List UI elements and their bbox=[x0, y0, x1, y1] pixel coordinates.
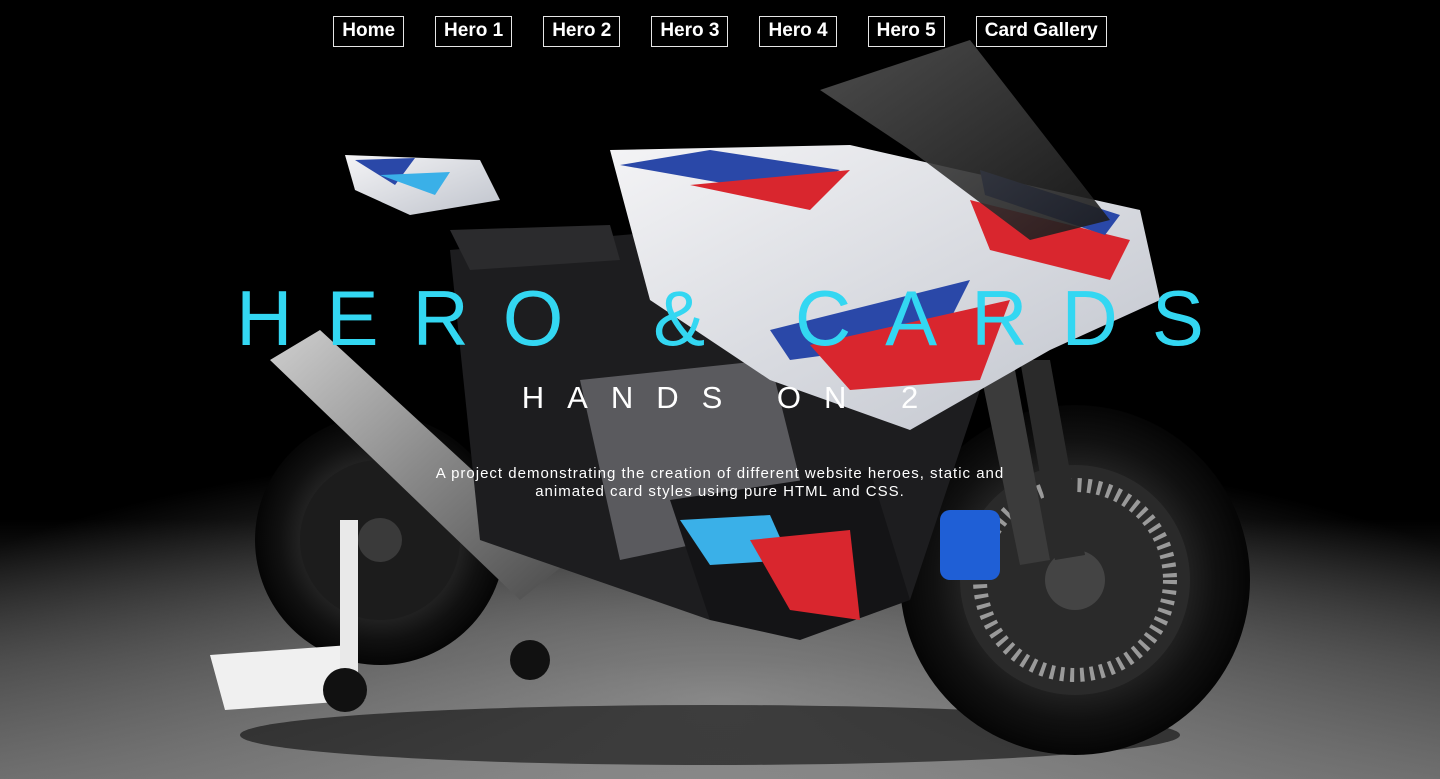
hero-description: A project demonstrating the creation of … bbox=[435, 465, 1005, 500]
nav-hero-3-link[interactable]: Hero 3 bbox=[651, 16, 729, 47]
top-navigation: Home Hero 1 Hero 2 Hero 3 Hero 4 Hero 5 … bbox=[0, 16, 1440, 47]
hero-subtitle: HANDS ON 2 bbox=[521, 380, 942, 415]
nav-hero-5-link[interactable]: Hero 5 bbox=[867, 16, 945, 47]
nav-card-gallery-link[interactable]: Card Gallery bbox=[975, 16, 1107, 47]
hero-section: Home Hero 1 Hero 2 Hero 3 Hero 4 Hero 5 … bbox=[0, 0, 1440, 779]
hero-title: HERO & CARDS bbox=[236, 274, 1238, 362]
nav-home-link[interactable]: Home bbox=[333, 16, 405, 47]
nav-hero-2-link[interactable]: Hero 2 bbox=[543, 16, 621, 47]
nav-hero-4-link[interactable]: Hero 4 bbox=[759, 16, 837, 47]
nav-hero-1-link[interactable]: Hero 1 bbox=[435, 16, 513, 47]
